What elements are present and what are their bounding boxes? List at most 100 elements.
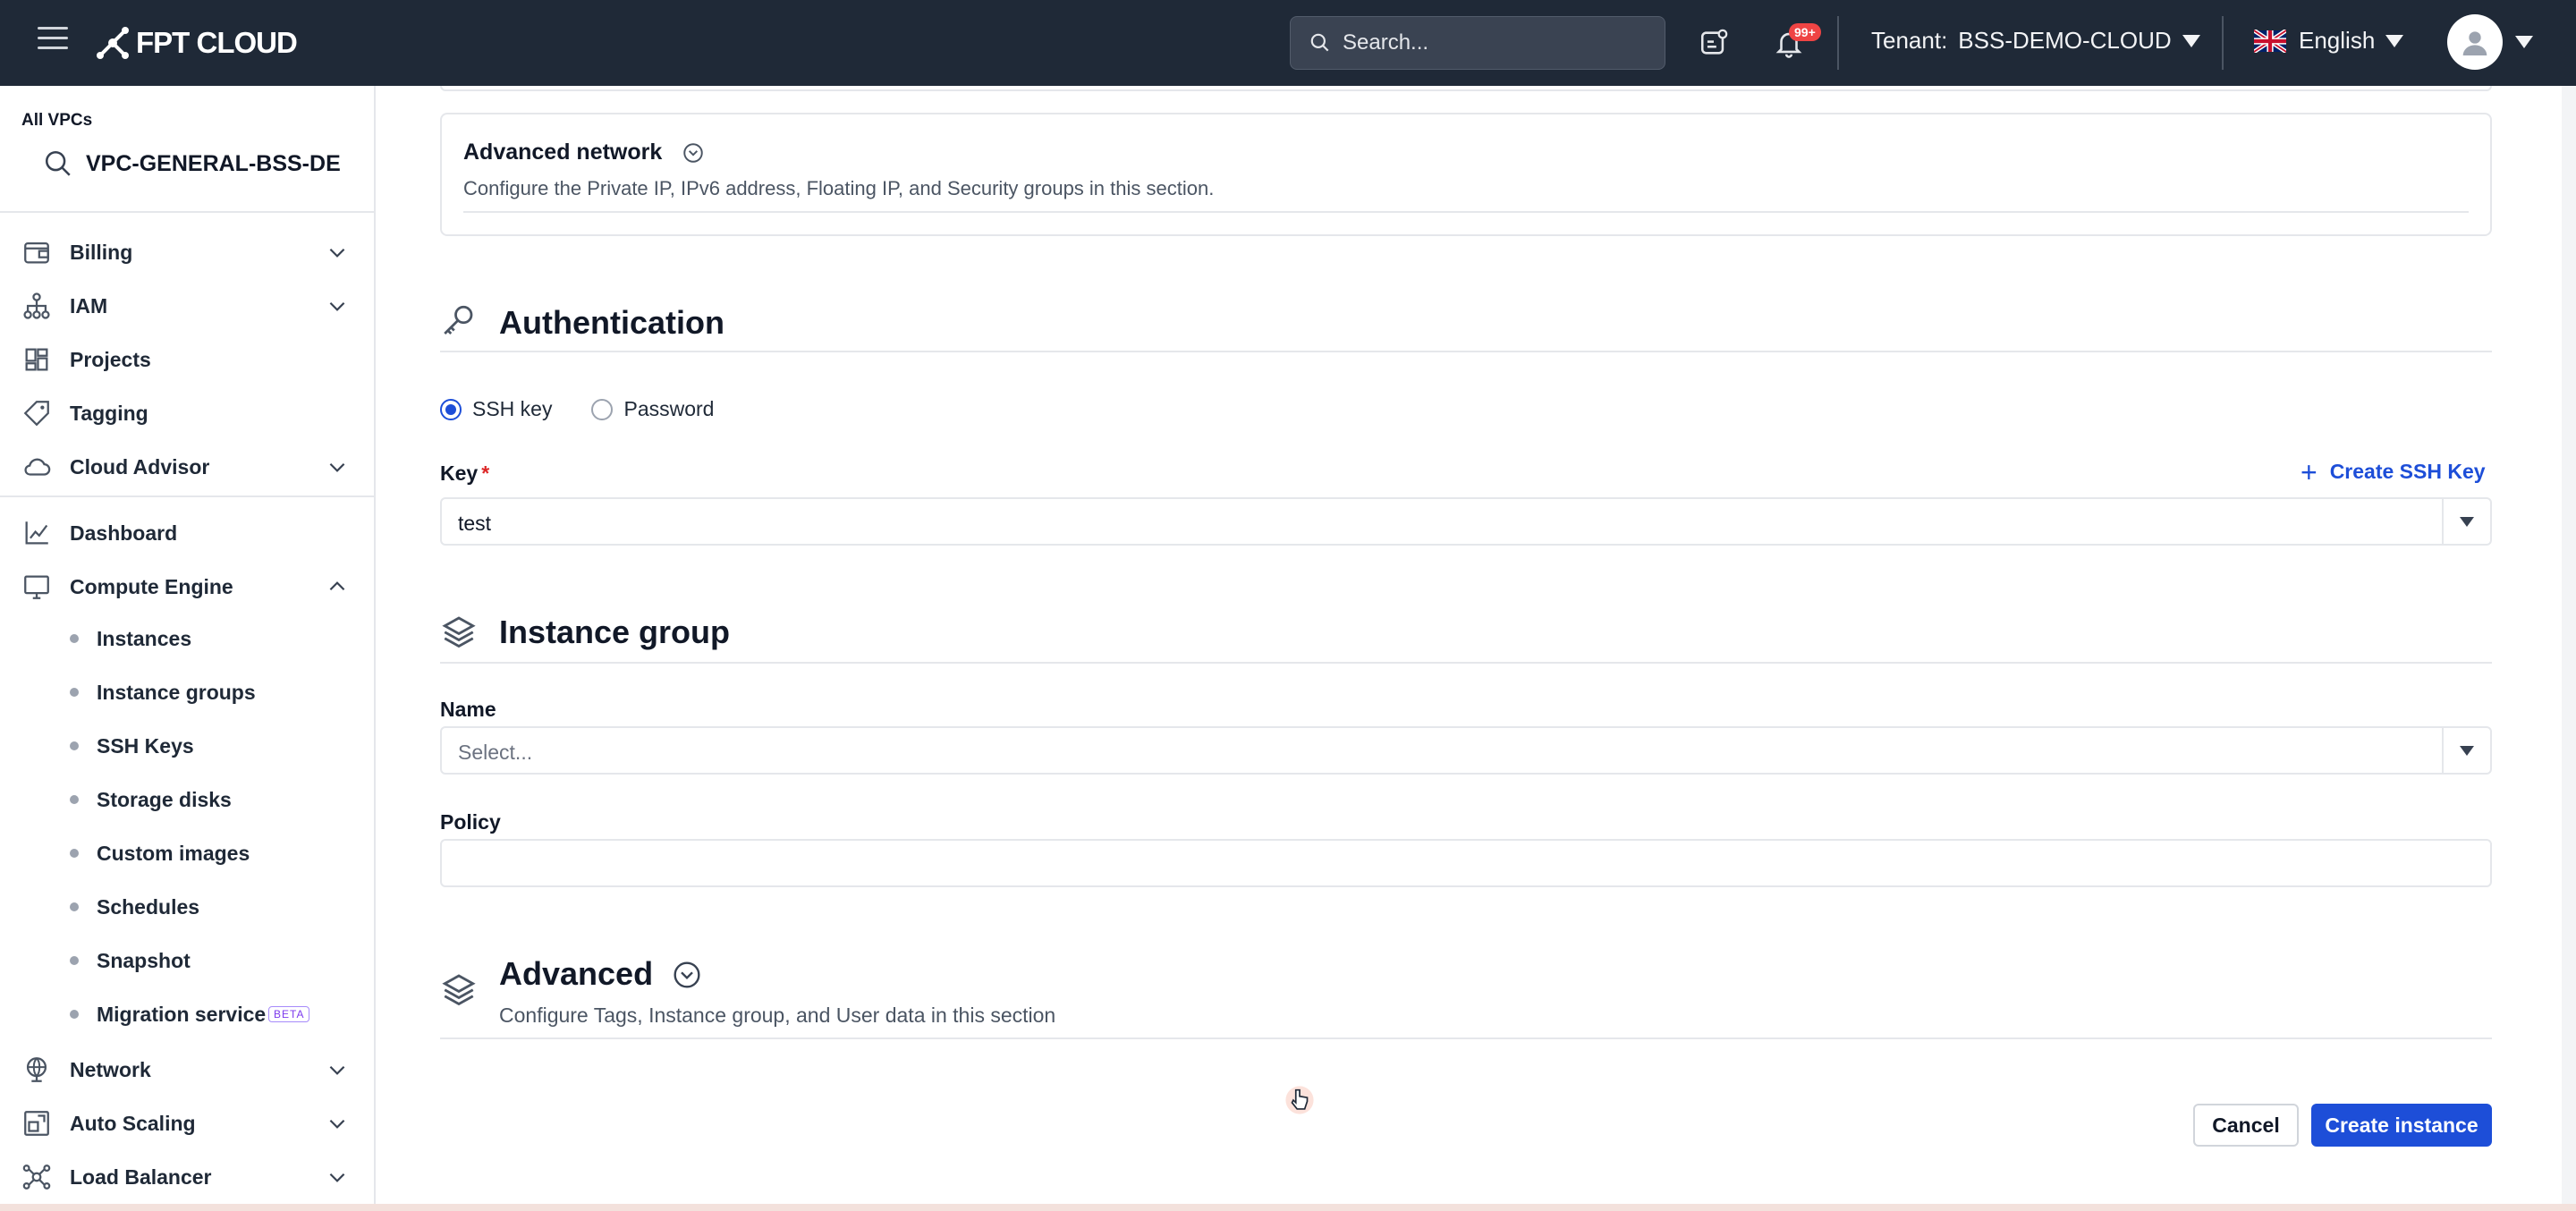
bullet-dot	[70, 1010, 79, 1019]
radio-label: Password	[623, 397, 715, 420]
sidebar-item-label: Network	[70, 1057, 151, 1081]
user-menu[interactable]	[2447, 14, 2533, 70]
sidebar-item-label: Projects	[70, 347, 151, 371]
create-ssh-key-link[interactable]: + Create SSH Key	[2301, 455, 2486, 488]
bell-icon[interactable]: 99+	[1771, 23, 1821, 61]
sidebar-subitem-label: Instances	[97, 626, 192, 650]
caret-down-icon	[2385, 34, 2404, 47]
menu-icon[interactable]	[38, 27, 68, 57]
ssh-key-radio[interactable]: SSH key	[440, 397, 552, 421]
sidebar-subitem-ssh-keys[interactable]: SSH Keys	[0, 721, 374, 771]
advanced-network-title: Advanced network	[463, 140, 663, 165]
sidebar-item-label: Billing	[70, 240, 133, 264]
sidebar-subitem-custom-images[interactable]: Custom images	[0, 828, 374, 878]
tenant-label: Tenant:	[1871, 27, 1948, 54]
chevron-down-icon	[329, 1119, 345, 1129]
monitor-icon	[24, 575, 49, 599]
bullet-dot	[70, 956, 79, 965]
password-radio[interactable]: Password	[591, 397, 714, 421]
radio-label: SSH key	[472, 397, 553, 420]
chevron-down-icon	[329, 1065, 345, 1075]
language-selector[interactable]: English	[2254, 27, 2404, 55]
logo-text: FPT CLOUD	[136, 26, 298, 59]
key-label-text: Key	[440, 462, 479, 485]
sidebar: All VPCs VPC-GENERAL-BSS-DE Billing IAM	[0, 86, 376, 1211]
sidebar-item-auto-scaling[interactable]: Auto Scaling	[0, 1097, 374, 1150]
chevron-circle-down-icon[interactable]	[673, 961, 701, 989]
sidebar-item-label: Dashboard	[70, 521, 178, 545]
bullet-dot	[70, 902, 79, 911]
sidebar-subitem-label: Migration service	[97, 1002, 267, 1026]
policy-input[interactable]	[440, 839, 2492, 887]
wallet-icon	[24, 241, 49, 264]
previous-section-card-edge	[440, 86, 2492, 91]
search-icon	[1310, 33, 1329, 52]
cancel-button[interactable]: Cancel	[2193, 1104, 2299, 1147]
sidebar-subitem-instance-groups[interactable]: Instance groups	[0, 667, 374, 717]
bullet-dot	[70, 688, 79, 697]
search-icon	[45, 150, 71, 176]
sidebar-subitem-label: Schedules	[97, 894, 200, 919]
hierarchy-icon	[23, 292, 50, 319]
key-icon	[444, 305, 473, 335]
caret-down-icon	[2182, 34, 2200, 47]
page-scrollbar[interactable]	[2562, 86, 2576, 1211]
chevron-down-icon	[329, 301, 345, 311]
uk-flag-icon	[2254, 29, 2286, 53]
top-navbar: FPT CLOUD Search... 99+ Tenant: BSS-DEMO…	[0, 0, 2576, 86]
globe-icon	[26, 1057, 47, 1082]
hand-cursor-icon	[1285, 1086, 1314, 1114]
tenant-selector[interactable]: Tenant: BSS-DEMO-CLOUD	[1871, 27, 2200, 55]
advanced-description: Configure Tags, Instance group, and User…	[499, 1004, 1056, 1027]
sidebar-divider	[0, 211, 374, 213]
radio-checked	[440, 398, 462, 420]
fpt-cloud-logo[interactable]: FPT CLOUD	[95, 21, 298, 64]
sidebar-item-projects[interactable]: Projects	[0, 333, 374, 386]
bullet-dot	[70, 634, 79, 643]
tenant-value: BSS-DEMO-CLOUD	[1958, 27, 2172, 54]
sidebar-subitem-storage-disks[interactable]: Storage disks	[0, 775, 374, 825]
header-divider	[2222, 16, 2224, 70]
advanced-title: Advanced	[499, 955, 654, 992]
notification-badge: 99+	[1789, 23, 1821, 41]
sidebar-item-billing[interactable]: Billing	[0, 225, 374, 279]
chevron-down-icon	[329, 462, 345, 472]
sidebar-subitem-label: Instance groups	[97, 680, 256, 704]
select-divider	[2442, 499, 2444, 544]
plus-icon: +	[2301, 455, 2318, 488]
language-label: English	[2299, 27, 2376, 54]
vpc-selector[interactable]: VPC-GENERAL-BSS-DE	[43, 148, 341, 179]
ssh-key-value: test	[458, 512, 492, 535]
chevron-circle-down-icon[interactable]	[682, 141, 705, 165]
sidebar-item-dashboard[interactable]: Dashboard	[0, 506, 374, 560]
sidebar-item-network[interactable]: Network	[0, 1043, 374, 1097]
balancer-icon	[22, 1164, 51, 1190]
sidebar-subitem-migration-service[interactable]: Migration service BETA	[0, 989, 374, 1039]
select-placeholder: Select...	[458, 741, 533, 764]
global-search-input[interactable]: Search...	[1290, 16, 1665, 70]
sidebar-subitem-instances[interactable]: Instances	[0, 614, 374, 664]
ssh-key-select[interactable]: test	[440, 497, 2492, 546]
sidebar-item-cloud-advisor[interactable]: Cloud Advisor	[0, 440, 374, 494]
sidebar-item-label: Tagging	[70, 401, 148, 425]
sidebar-item-compute-engine[interactable]: Compute Engine	[0, 560, 374, 614]
create-instance-button[interactable]: Create instance	[2311, 1104, 2492, 1147]
chart-icon	[25, 521, 48, 545]
sidebar-item-load-balancer[interactable]: Load Balancer	[0, 1150, 374, 1204]
sidebar-item-tagging[interactable]: Tagging	[0, 386, 374, 440]
sidebar-divider	[0, 495, 374, 497]
cloud-icon	[24, 458, 51, 476]
sidebar-item-label: Load Balancer	[70, 1164, 212, 1189]
message-icon[interactable]	[1696, 25, 1732, 61]
bullet-dot	[70, 849, 79, 858]
instance-group-name-select[interactable]: Select...	[440, 726, 2492, 775]
sidebar-subitem-schedules[interactable]: Schedules	[0, 882, 374, 932]
sidebar-item-iam[interactable]: IAM	[0, 279, 374, 333]
header-divider	[1837, 16, 1839, 70]
chevron-up-icon	[329, 581, 345, 591]
caret-down-icon	[2515, 36, 2533, 48]
chevron-down-icon	[329, 1173, 345, 1182]
sidebar-subitem-snapshot[interactable]: Snapshot	[0, 936, 374, 986]
authentication-title: Authentication	[499, 304, 724, 341]
scaling-icon	[24, 1111, 49, 1136]
